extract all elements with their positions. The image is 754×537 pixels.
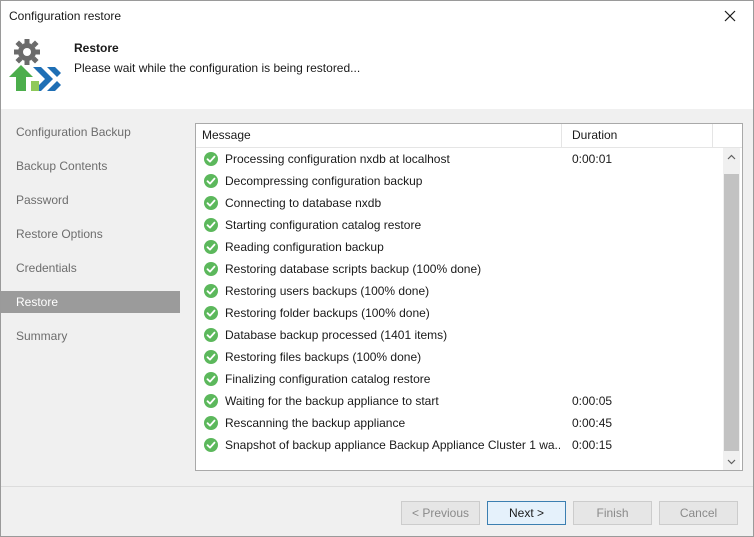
success-check-icon	[204, 196, 218, 210]
log-row-message: Processing configuration nxdb at localho…	[225, 152, 450, 166]
log-header: Message Duration	[196, 124, 742, 148]
success-check-icon	[204, 262, 218, 276]
success-check-icon	[204, 152, 218, 166]
log-row-message: Database backup processed (1401 items)	[225, 328, 448, 342]
log-row-duration: 0:00:15	[572, 438, 613, 452]
nav-item-restore[interactable]: Restore	[1, 291, 180, 313]
finish-button[interactable]: Finish	[573, 501, 652, 525]
wizard-header: Restore Please wait while the configurat…	[1, 31, 753, 109]
configuration-restore-window: Configuration restore Restore Please wai…	[0, 0, 754, 537]
previous-button[interactable]: < Previous	[401, 501, 480, 525]
log-row-duration: 0:00:01	[572, 152, 613, 166]
log-row[interactable]: Starting configuration catalog restore	[196, 214, 718, 236]
next-button[interactable]: Next >	[487, 501, 566, 525]
restore-log-list[interactable]: Message Duration Processing configuratio…	[195, 123, 743, 471]
success-check-icon	[204, 438, 218, 452]
nav-item-restore-options[interactable]: Restore Options	[1, 223, 180, 245]
log-row-duration: 0:00:05	[572, 394, 613, 408]
scroll-down-button[interactable]	[723, 453, 740, 470]
wizard-footer: < Previous Next > Finish Cancel	[1, 486, 753, 536]
log-row[interactable]: Connecting to database nxdb	[196, 192, 718, 214]
log-row[interactable]: Snapshot of backup appliance Backup Appl…	[196, 434, 718, 456]
log-row[interactable]: Restoring database scripts backup (100% …	[196, 258, 718, 280]
nav-item-backup-contents[interactable]: Backup Contents	[1, 155, 180, 177]
config-restore-logo-icon	[9, 39, 61, 91]
log-row-message: Restoring files backups (100% done)	[225, 350, 422, 364]
success-check-icon	[204, 416, 218, 430]
column-header-message[interactable]: Message	[196, 124, 562, 147]
log-row-message: Decompressing configuration backup	[225, 174, 423, 188]
log-row-message: Restoring folder backups (100% done)	[225, 306, 430, 320]
log-row-message: Waiting for the backup appliance to star…	[225, 394, 439, 408]
log-row-message: Snapshot of backup appliance Backup Appl…	[225, 438, 560, 452]
header-subtitle: Please wait while the configuration is b…	[74, 61, 361, 75]
title-bar: Configuration restore	[1, 1, 753, 31]
log-row[interactable]: Database backup processed (1401 items)	[196, 324, 718, 346]
vertical-scrollbar[interactable]	[723, 148, 740, 470]
log-row[interactable]: Decompressing configuration backup	[196, 170, 718, 192]
close-button[interactable]	[707, 1, 753, 31]
success-check-icon	[204, 350, 218, 364]
log-row-message: Starting configuration catalog restore	[225, 218, 422, 232]
cancel-button[interactable]: Cancel	[659, 501, 738, 525]
success-check-icon	[204, 394, 218, 408]
log-row-message: Rescanning the backup appliance	[225, 416, 406, 430]
log-row-message: Finalizing configuration catalog restore	[225, 372, 431, 386]
log-row-message: Restoring users backups (100% done)	[225, 284, 430, 298]
wizard-steps-sidebar: Configuration Backup Backup Contents Pas…	[1, 109, 181, 486]
success-check-icon	[204, 306, 218, 320]
log-row[interactable]: Restoring folder backups (100% done)	[196, 302, 718, 324]
log-row[interactable]: Reading configuration backup	[196, 236, 718, 258]
success-check-icon	[204, 218, 218, 232]
log-row[interactable]: Finalizing configuration catalog restore	[196, 368, 718, 390]
scroll-down-arrow-icon	[727, 459, 736, 464]
log-row-message: Reading configuration backup	[225, 240, 384, 254]
success-check-icon	[204, 284, 218, 298]
log-row-duration: 0:00:45	[572, 416, 613, 430]
success-check-icon	[204, 174, 218, 188]
scroll-up-arrow-icon	[727, 154, 736, 159]
log-row[interactable]: Rescanning the backup appliance 0:00:45	[196, 412, 718, 434]
nav-item-password[interactable]: Password	[1, 189, 180, 211]
scroll-up-button[interactable]	[723, 148, 740, 165]
content-area: Message Duration Processing configuratio…	[181, 109, 753, 486]
window-title: Configuration restore	[9, 9, 122, 23]
header-title: Restore	[74, 41, 119, 55]
close-icon	[724, 10, 736, 22]
log-row[interactable]: Processing configuration nxdb at localho…	[196, 148, 718, 170]
nav-item-summary[interactable]: Summary	[1, 325, 180, 347]
success-check-icon	[204, 372, 218, 386]
log-row[interactable]: Waiting for the backup appliance to star…	[196, 390, 718, 412]
log-row-message: Connecting to database nxdb	[225, 196, 382, 210]
success-check-icon	[204, 240, 218, 254]
log-row[interactable]: Restoring files backups (100% done)	[196, 346, 718, 368]
column-header-duration[interactable]: Duration	[563, 124, 713, 147]
success-check-icon	[204, 328, 218, 342]
nav-item-credentials[interactable]: Credentials	[1, 257, 180, 279]
log-row-message: Restoring database scripts backup (100% …	[225, 262, 482, 276]
log-row[interactable]: Restoring users backups (100% done)	[196, 280, 718, 302]
scrollbar-thumb[interactable]	[724, 174, 739, 451]
nav-item-configuration-backup[interactable]: Configuration Backup	[1, 121, 180, 143]
